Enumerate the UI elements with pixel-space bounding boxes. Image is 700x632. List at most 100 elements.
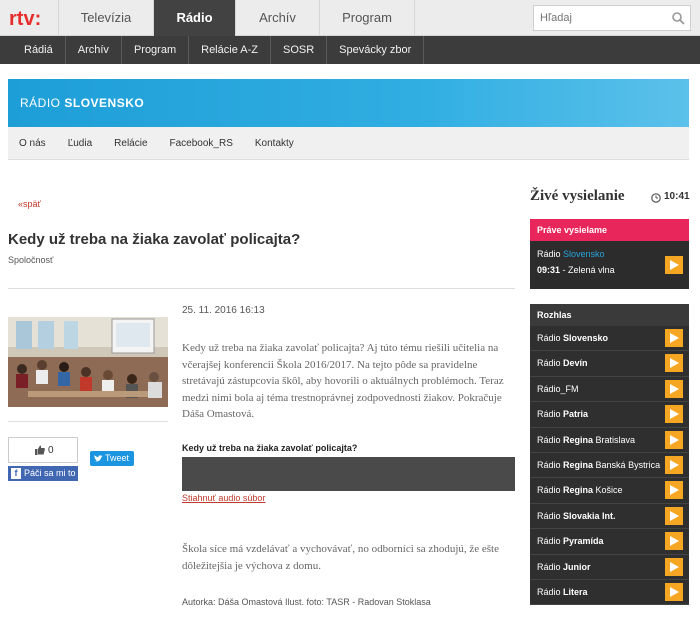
tab-program[interactable]: Program	[319, 0, 415, 36]
station-row[interactable]: Rádio Pyramída	[530, 529, 689, 555]
play-icon	[670, 434, 679, 445]
like-counter[interactable]: 0	[8, 437, 78, 463]
subnav-sosr[interactable]: SOSR	[271, 36, 328, 64]
audio-player[interactable]	[182, 457, 515, 491]
station-banner[interactable]: RÁDIO SLOVENSKO	[8, 79, 689, 127]
station-prefix: Rádio	[537, 510, 561, 521]
station-name: Slovakia Int.	[563, 510, 616, 521]
rozhlas-header: Rozhlas	[530, 304, 689, 326]
station-prefix: Rádio	[537, 561, 561, 572]
article-category[interactable]: Spoločnosť	[8, 255, 53, 265]
subnav-relacie-az[interactable]: Relácie A-Z	[189, 36, 271, 64]
tweet-label: Tweet	[105, 453, 130, 463]
station-name: Litera	[563, 586, 588, 597]
search-icon[interactable]	[671, 11, 685, 25]
facebook-like-label: Páči sa mi to	[24, 468, 76, 478]
play-button[interactable]	[665, 354, 683, 373]
program-name: - Zelená vlna	[562, 265, 615, 275]
subnav-program[interactable]: Program	[122, 36, 190, 64]
station-suffix: Košice	[593, 485, 623, 496]
current-time: 10:41	[664, 191, 690, 202]
play-button[interactable]	[665, 379, 683, 398]
play-button[interactable]	[665, 532, 683, 551]
station-prefix: Rádio	[537, 434, 561, 445]
station-row[interactable]: Rádio Slovensko	[530, 326, 689, 352]
station-name: Junior	[563, 561, 591, 572]
article-body: Škola síce má vzdelávať a vychovávať, no…	[182, 543, 499, 572]
station-row[interactable]: Rádio Devín	[530, 351, 689, 377]
sub-nav-bar: Rádiá Archív Program Relácie A-Z SOSR Sp…	[0, 36, 700, 64]
play-button[interactable]	[665, 557, 683, 576]
brand-name: SLOVENSKO	[64, 96, 145, 110]
article-lead: Kedy už treba na žiaka zavolať policajta…	[182, 342, 504, 420]
station-name: Pyramída	[563, 536, 604, 547]
program-time: 09:31	[537, 265, 561, 275]
article-date: 25. 11. 2016 16:13	[182, 305, 265, 316]
station-suffix: Banská Bystrica	[593, 459, 661, 470]
station-name: Patria	[563, 409, 589, 420]
play-icon	[670, 260, 679, 270]
facebook-icon: f	[11, 468, 21, 479]
station-row[interactable]: Rádio Regina Banská Bystrica	[530, 452, 689, 479]
play-button[interactable]	[665, 256, 683, 274]
station-nav: O nás Ľudia Relácie Facebook_RS Kontakty	[8, 127, 689, 160]
station-name: Regina	[563, 459, 594, 470]
subnav-radia[interactable]: Rádiá	[12, 36, 66, 64]
now-playing-program: 09:31 - Zelená vlna	[537, 265, 615, 275]
station-nav-o-nas[interactable]: O nás	[8, 127, 57, 159]
station-suffix: Bratislava	[593, 434, 636, 445]
play-button[interactable]	[665, 582, 683, 601]
play-icon	[670, 510, 679, 521]
live-broadcast-title: Živé vysielanie	[530, 188, 625, 204]
station-prefix: Rádio	[537, 249, 561, 259]
station-prefix: Rádio	[537, 409, 561, 420]
station-name: Slovensko	[563, 249, 605, 259]
station-row[interactable]: Rádio Litera	[530, 579, 689, 606]
station-nav-relacie[interactable]: Relácie	[103, 127, 158, 159]
back-link[interactable]: «späť	[18, 199, 41, 209]
search-input[interactable]	[534, 6, 664, 30]
rtvs-logo[interactable]: rtv:	[8, 5, 56, 31]
play-icon	[670, 383, 679, 394]
station-name: Regina	[563, 485, 594, 496]
play-icon	[670, 485, 679, 496]
station-row[interactable]: Rádio Regina Bratislava	[530, 427, 689, 453]
play-icon	[670, 409, 679, 420]
station-row[interactable]: Rádio Regina Košice	[530, 478, 689, 504]
station-row[interactable]: Rádio Slovakia Int.	[530, 503, 689, 530]
tab-televizia[interactable]: Televízia	[58, 0, 153, 36]
subnav-spevacky-zbor[interactable]: Spevácky zbor	[327, 36, 425, 64]
play-button[interactable]	[665, 481, 683, 500]
top-bar: rtv: Televízia Rádio Archív Program	[0, 0, 700, 36]
station-row[interactable]: Rádio Patria	[530, 402, 689, 428]
play-button[interactable]	[665, 506, 683, 525]
main-nav: Televízia Rádio Archív Program	[58, 0, 415, 36]
subnav-archiv[interactable]: Archív	[66, 36, 122, 64]
play-icon	[670, 459, 679, 470]
facebook-like-button[interactable]: f Páči sa mi to	[8, 466, 78, 481]
thumbs-up-icon	[35, 445, 45, 455]
station-name: Slovensko	[563, 333, 609, 343]
article-photo	[8, 317, 168, 407]
tab-radio[interactable]: Rádio	[153, 0, 235, 36]
play-button[interactable]	[665, 430, 683, 449]
station-row[interactable]: Rádio_FM	[530, 376, 689, 403]
play-button[interactable]	[665, 455, 683, 474]
download-audio-link[interactable]: Stiahnuť audio súbor	[182, 493, 265, 503]
station-prefix: Rádio	[537, 358, 561, 369]
station-name: Devín	[563, 358, 588, 369]
station-row[interactable]: Rádio Junior	[530, 554, 689, 580]
audio-title: Kedy už treba na žiaka zavolať policajta…	[182, 443, 358, 453]
station-list: Rádio Slovensko Rádio Devín Rádio_FM Rádio …	[530, 326, 689, 606]
station-nav-kontakty[interactable]: Kontakty	[244, 127, 305, 159]
play-icon	[670, 536, 679, 547]
station-prefix: Rádio	[537, 485, 561, 496]
station-nav-ludia[interactable]: Ľudia	[57, 127, 103, 159]
tab-archiv[interactable]: Archív	[235, 0, 319, 36]
now-playing-header: Práve vysielame	[530, 219, 689, 241]
tweet-button[interactable]: Tweet	[90, 451, 134, 466]
play-button[interactable]	[665, 329, 683, 347]
play-button[interactable]	[665, 405, 683, 424]
station-prefix: Rádio_FM	[537, 383, 579, 394]
station-nav-facebook[interactable]: Facebook_RS	[159, 127, 244, 159]
